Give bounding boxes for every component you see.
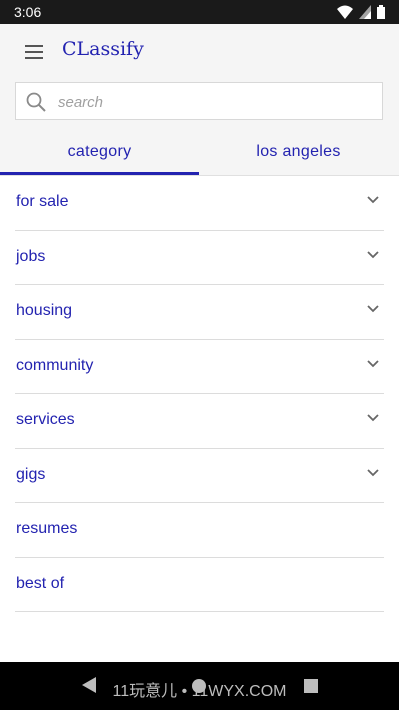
category-services[interactable]: services bbox=[15, 394, 384, 449]
tab-bar: category los angeles bbox=[0, 130, 399, 176]
status-icons bbox=[337, 4, 385, 20]
category-jobs[interactable]: jobs bbox=[15, 231, 384, 285]
chevron-down-icon bbox=[367, 250, 379, 258]
category-community[interactable]: community bbox=[15, 340, 384, 394]
signal-icon bbox=[359, 5, 371, 19]
tab-category[interactable]: category bbox=[0, 130, 199, 175]
chevron-down-icon bbox=[367, 359, 379, 367]
category-resumes[interactable]: resumes bbox=[15, 503, 384, 558]
category-best-of[interactable]: best of bbox=[15, 558, 384, 612]
category-label: services bbox=[16, 411, 75, 428]
search-input[interactable] bbox=[56, 85, 370, 119]
status-bar: 3:06 bbox=[0, 0, 399, 24]
status-time: 3:06 bbox=[14, 4, 42, 20]
search-section bbox=[0, 80, 399, 130]
home-icon[interactable] bbox=[192, 679, 206, 693]
back-icon[interactable] bbox=[82, 677, 96, 693]
wifi-icon bbox=[337, 5, 353, 19]
category-label: for sale bbox=[16, 193, 69, 210]
chevron-down-icon bbox=[367, 468, 379, 476]
category-for-sale[interactable]: for sale bbox=[15, 176, 384, 231]
chevron-down-icon bbox=[367, 196, 379, 204]
category-label: resumes bbox=[16, 520, 78, 537]
battery-icon bbox=[377, 5, 385, 19]
tab-location[interactable]: los angeles bbox=[199, 130, 398, 175]
category-gigs[interactable]: gigs bbox=[15, 449, 384, 503]
chevron-down-icon bbox=[367, 305, 379, 313]
menu-icon[interactable] bbox=[22, 42, 46, 62]
app-title: CLassify bbox=[62, 38, 144, 60]
category-label: jobs bbox=[16, 247, 46, 265]
search-icon bbox=[26, 92, 46, 112]
category-housing[interactable]: housing bbox=[15, 285, 384, 340]
app-bar: CLassify bbox=[0, 24, 399, 80]
category-label: community bbox=[16, 356, 94, 374]
chevron-down-icon bbox=[367, 414, 379, 422]
recent-apps-icon[interactable] bbox=[304, 679, 318, 693]
category-label: housing bbox=[16, 302, 73, 319]
category-label: gigs bbox=[16, 465, 46, 483]
navigation-bar: 11玩意儿 • 11WYX.COM bbox=[0, 662, 399, 710]
category-list: for sale jobs housing community services… bbox=[0, 176, 399, 612]
search-box[interactable] bbox=[15, 82, 383, 120]
category-label: best of bbox=[16, 574, 65, 592]
